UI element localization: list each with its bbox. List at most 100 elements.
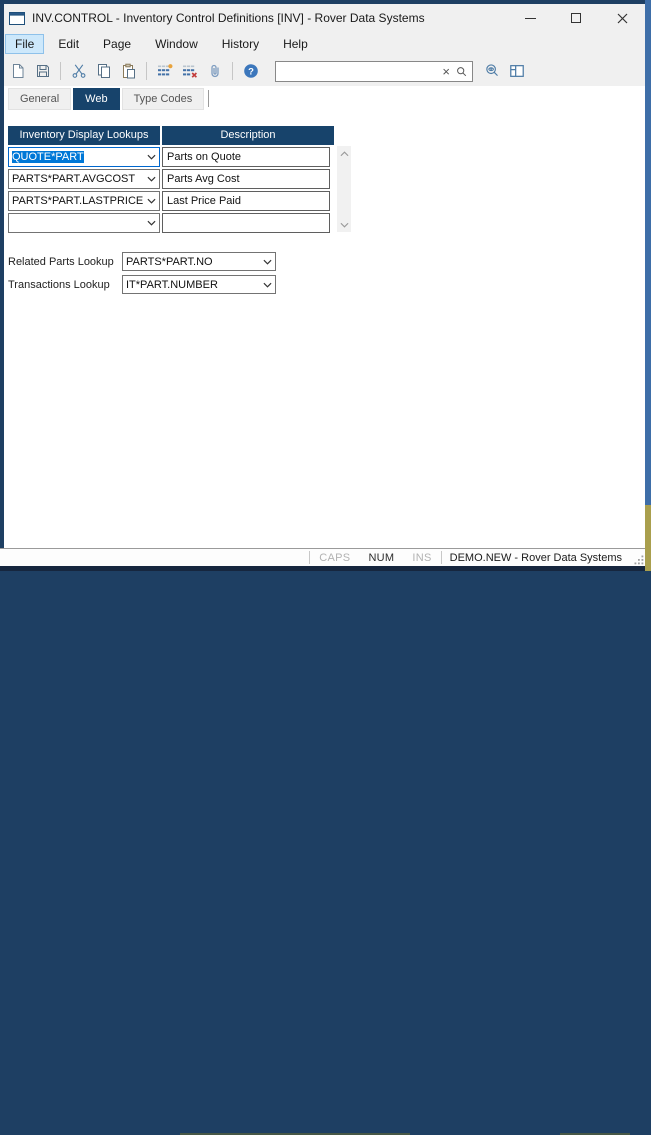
resize-grip[interactable] (630, 551, 644, 565)
chevron-down-icon[interactable] (144, 154, 159, 160)
toolbar-separator (60, 62, 61, 80)
maximize-icon (571, 13, 581, 23)
window-left-border (0, 0, 4, 548)
save-button[interactable] (31, 60, 54, 82)
record-lookup-button[interactable] (480, 60, 503, 82)
description-input-2[interactable] (162, 169, 330, 189)
close-icon (617, 13, 628, 24)
tab-web[interactable]: Web (73, 88, 119, 110)
help-button[interactable]: ? (239, 60, 262, 82)
menu-file[interactable]: File (5, 34, 44, 54)
cut-button[interactable] (67, 60, 90, 82)
search-icon[interactable] (454, 65, 472, 78)
ins-indicator: INS (403, 552, 440, 564)
search-input[interactable] (276, 63, 438, 80)
paste-button[interactable] (117, 60, 140, 82)
column-header-description: Description (162, 126, 334, 145)
menu-page[interactable]: Page (93, 34, 141, 54)
delete-row-button[interactable] (178, 60, 201, 82)
chevron-down-icon[interactable] (144, 198, 159, 204)
table-row: PARTS*PART.AVGCOST (8, 169, 334, 189)
menu-help[interactable]: Help (273, 34, 318, 54)
app-icon (9, 12, 25, 25)
maximize-button[interactable] (553, 4, 599, 32)
table-row: PARTS*PART.LASTPRICE (8, 191, 334, 211)
lookup-combobox-3[interactable]: PARTS*PART.LASTPRICE (8, 191, 160, 211)
paste-icon (121, 63, 137, 79)
new-document-icon (10, 63, 26, 79)
lookup-combobox-2[interactable]: PARTS*PART.AVGCOST (8, 169, 160, 189)
chevron-down-icon[interactable] (260, 282, 275, 288)
related-parts-value: PARTS*PART.NO (123, 256, 260, 268)
desktop-bottom-strip (0, 566, 645, 571)
lookup-value-3: PARTS*PART.LASTPRICE (9, 195, 144, 207)
menu-edit[interactable]: Edit (48, 34, 89, 54)
inventory-display-lookups-table: Inventory Display Lookups Description QU… (8, 126, 334, 233)
menu-window[interactable]: Window (145, 34, 208, 54)
minimize-icon (525, 18, 536, 19)
record-lookup-icon (484, 63, 500, 79)
panel-layout-icon (509, 63, 525, 79)
chevron-down-icon[interactable] (260, 259, 275, 265)
insert-row-icon (157, 63, 173, 79)
description-input-1[interactable] (162, 147, 330, 167)
description-input-3[interactable] (162, 191, 330, 211)
table-row: QUOTE*PART (8, 147, 334, 167)
tab-strip: General Web Type Codes (0, 86, 645, 112)
tab-type-codes[interactable]: Type Codes (122, 88, 205, 110)
attachment-button[interactable] (203, 60, 226, 82)
window-controls (507, 4, 645, 32)
transactions-label: Transactions Lookup (8, 279, 122, 291)
app-window: INV.CONTROL - Inventory Control Definiti… (0, 4, 645, 566)
description-input-4[interactable] (162, 213, 330, 233)
insert-row-button[interactable] (153, 60, 176, 82)
page-content: Inventory Display Lookups Description QU… (0, 112, 645, 548)
num-indicator: NUM (359, 552, 403, 564)
copy-button[interactable] (92, 60, 115, 82)
transactions-combobox[interactable]: IT*PART.NUMBER (122, 275, 276, 294)
toolbar: ? × (0, 56, 645, 86)
tab-general[interactable]: General (8, 88, 71, 110)
table-header-row: Inventory Display Lookups Description (8, 126, 334, 145)
tab-divider (208, 90, 209, 107)
related-parts-combobox[interactable]: PARTS*PART.NO (122, 252, 276, 271)
toolbar-separator (232, 62, 233, 80)
table-scrollbar[interactable] (337, 146, 351, 232)
close-button[interactable] (599, 4, 645, 32)
chevron-down-icon[interactable] (144, 220, 159, 226)
copy-icon (96, 63, 112, 79)
lookup-combobox-4[interactable] (8, 213, 160, 233)
related-parts-label: Related Parts Lookup (8, 256, 122, 268)
lookup-value-1: QUOTE*PART (12, 151, 84, 163)
lookup-combobox-1[interactable]: QUOTE*PART (8, 147, 160, 167)
session-label: DEMO.NEW - Rover Data Systems (442, 552, 630, 564)
toolbar-separator (146, 62, 147, 80)
status-bar: CAPS NUM INS DEMO.NEW - Rover Data Syste… (0, 548, 645, 566)
quick-search-box: × (275, 61, 473, 82)
svg-text:?: ? (248, 66, 254, 77)
scroll-up-button[interactable] (337, 146, 351, 161)
table-row (8, 213, 334, 233)
chevron-down-icon (340, 222, 349, 228)
desktop-right-strip (645, 0, 651, 571)
panel-layout-button[interactable] (505, 60, 528, 82)
lookup-value-2: PARTS*PART.AVGCOST (9, 173, 144, 185)
grip-dots-icon (634, 555, 644, 565)
delete-row-icon (182, 63, 198, 79)
save-icon (35, 63, 51, 79)
minimize-button[interactable] (507, 4, 553, 32)
column-header-lookups: Inventory Display Lookups (8, 126, 160, 145)
clear-search-icon[interactable]: × (438, 65, 454, 78)
caps-indicator: CAPS (310, 552, 359, 564)
desktop-right-strip-bottom (645, 505, 651, 571)
scroll-down-button[interactable] (337, 217, 351, 232)
menu-bar: File Edit Page Window History Help (0, 32, 645, 56)
transactions-row: Transactions Lookup IT*PART.NUMBER (8, 275, 276, 294)
new-document-button[interactable] (6, 60, 29, 82)
menu-history[interactable]: History (212, 34, 269, 54)
chevron-down-icon[interactable] (144, 176, 159, 182)
lookup-fields: Related Parts Lookup PARTS*PART.NO Trans… (8, 252, 276, 298)
title-bar: INV.CONTROL - Inventory Control Definiti… (0, 4, 645, 32)
attachment-icon (207, 63, 223, 79)
window-title: INV.CONTROL - Inventory Control Definiti… (32, 11, 425, 25)
